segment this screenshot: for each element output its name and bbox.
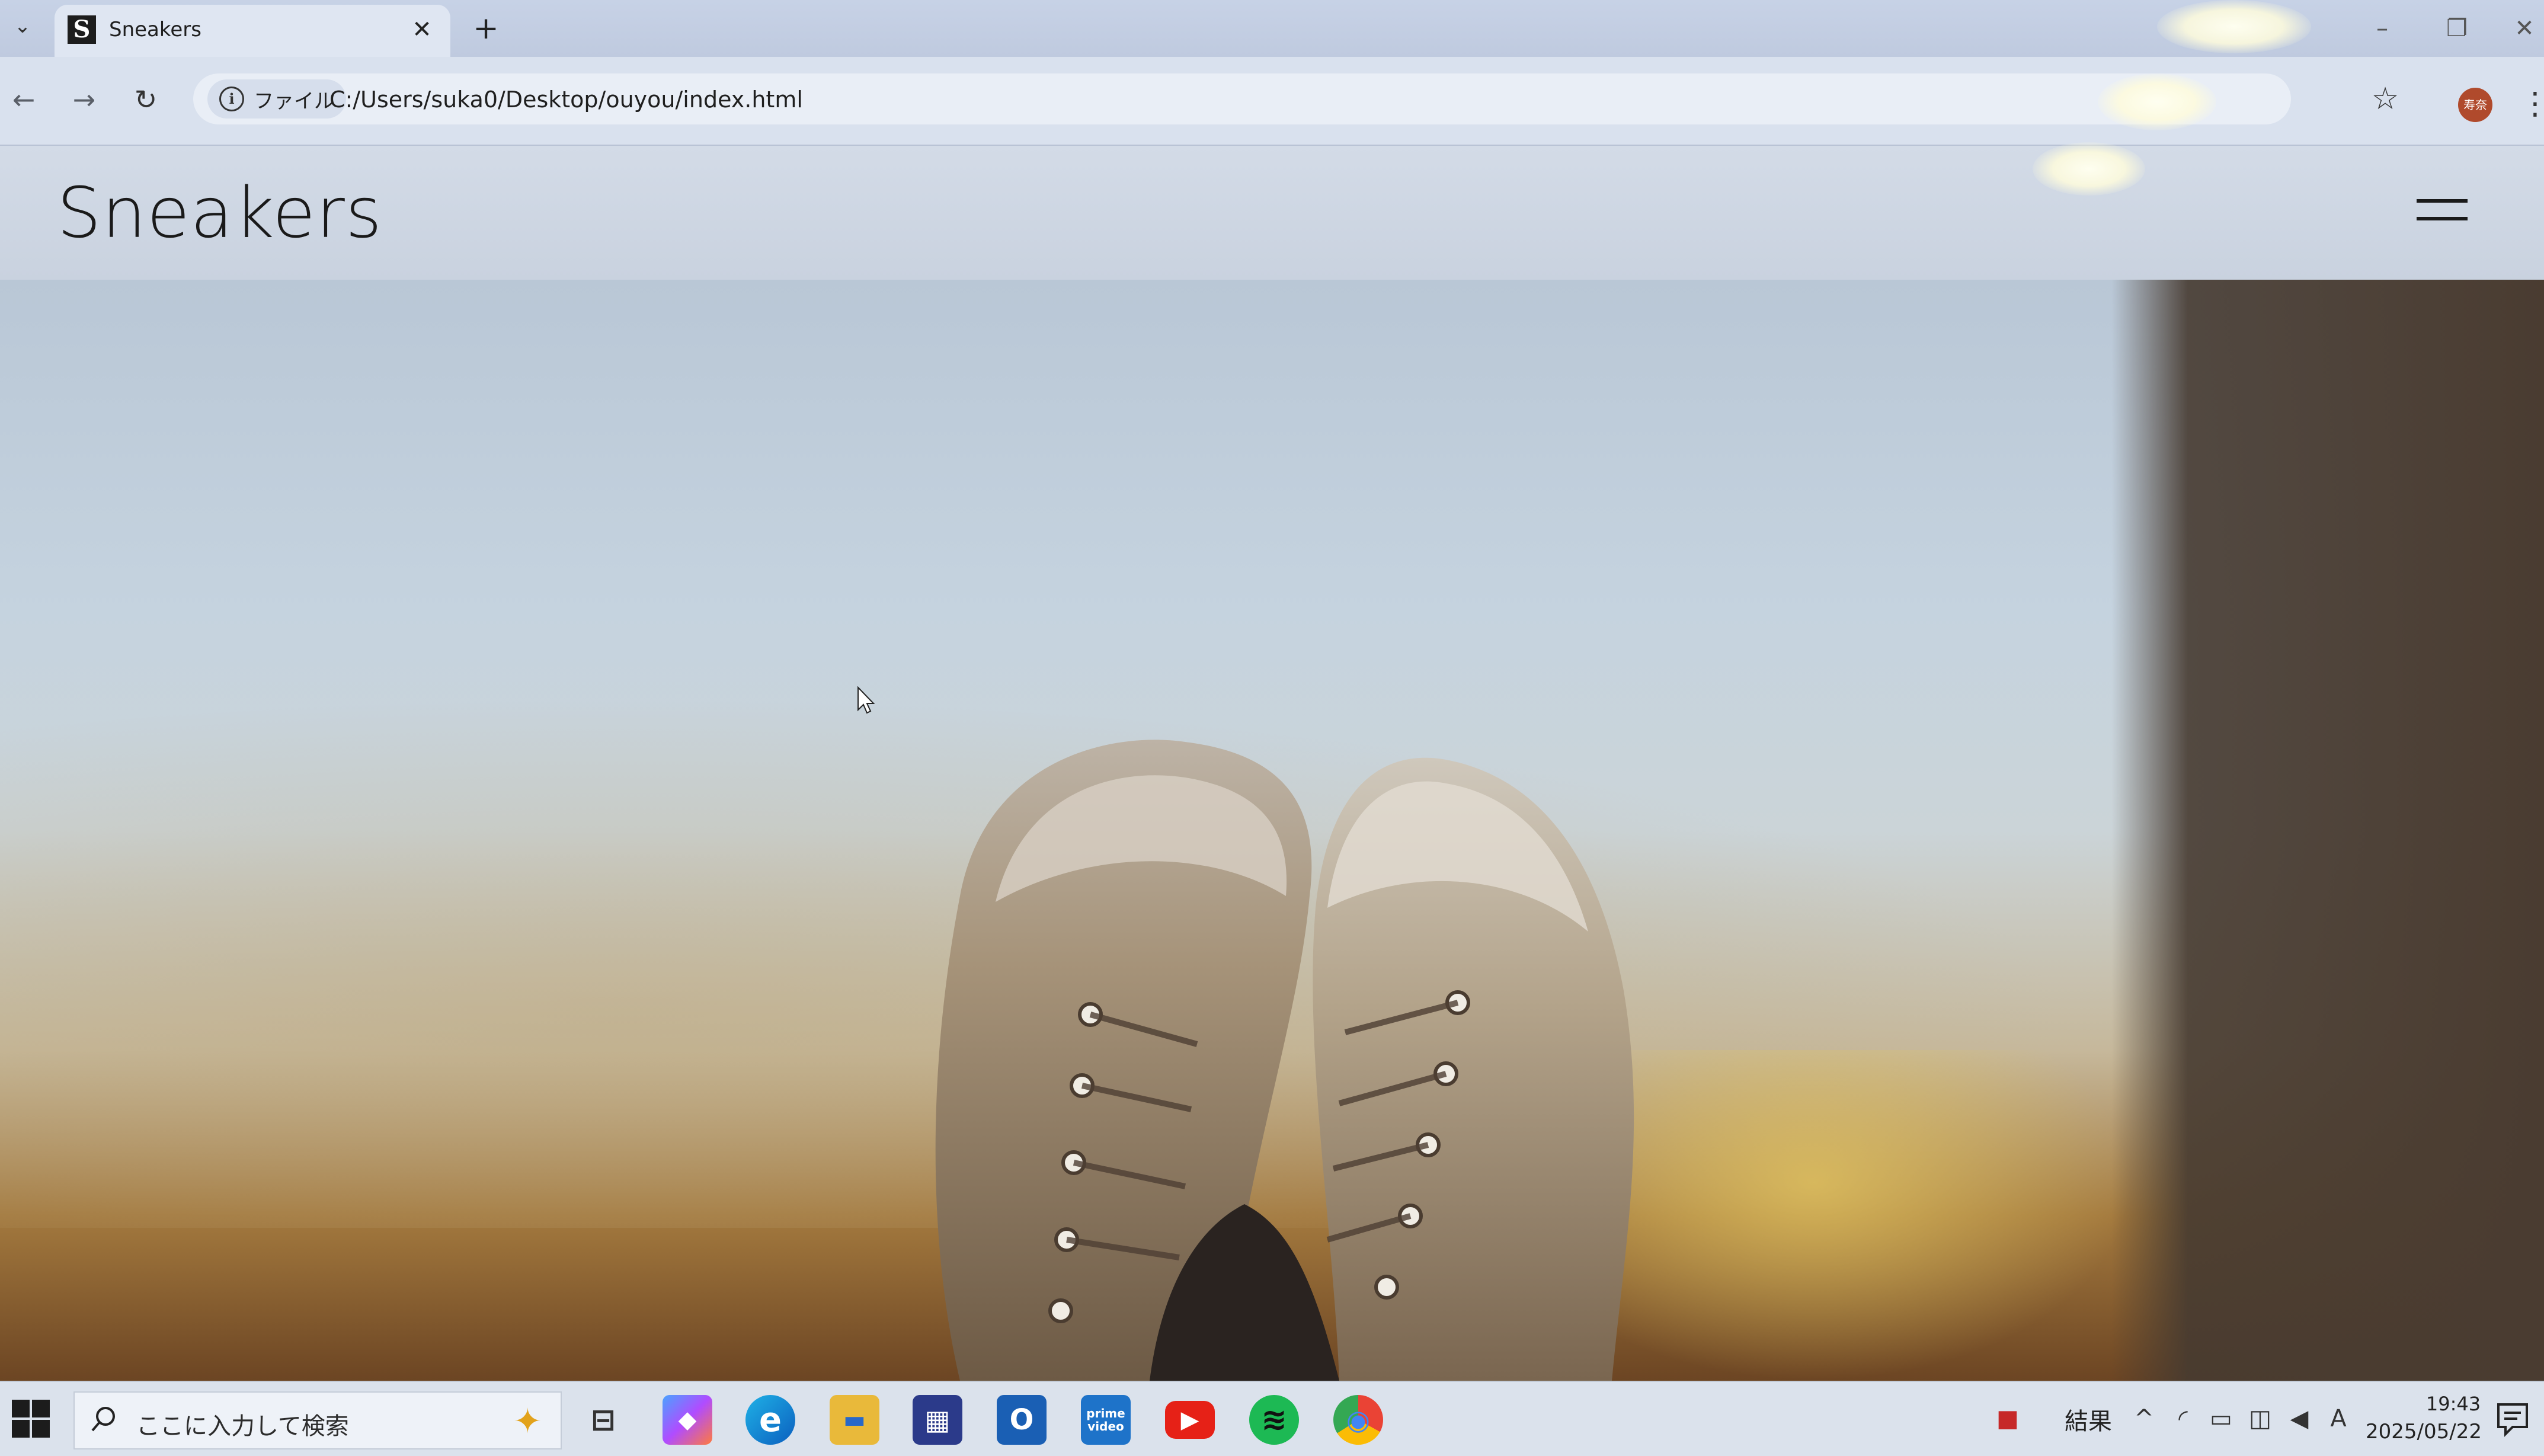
close-window-button[interactable]: ✕	[2507, 12, 2542, 45]
taskbar: ここに入力して検索 ✦ ⊟ ◆ e ▬ ▦ O prime video ▶ ≋ …	[0, 1381, 2544, 1456]
show-hidden-icons-icon[interactable]: ^	[2127, 1402, 2161, 1435]
forward-button[interactable]: →	[65, 81, 103, 119]
tab-search-icon[interactable]: ⌄	[5, 8, 40, 44]
back-button[interactable]: ←	[5, 81, 43, 119]
web-page: Sneakers	[0, 146, 2544, 1381]
copilot-app-button[interactable]: ◆	[663, 1395, 712, 1445]
screen-glare	[2033, 142, 2145, 196]
hamburger-line	[2417, 217, 2468, 220]
minimize-button[interactable]: –	[2359, 12, 2406, 45]
hamburger-menu-icon[interactable]	[2417, 194, 2468, 224]
windows-logo-icon	[12, 1400, 30, 1417]
address-bar[interactable]: i ファイル C:/Users/suka0/Desktop/ouyou/inde…	[193, 73, 2291, 124]
news-widget-label[interactable]: 結果	[2065, 1402, 2112, 1436]
clock-date[interactable]: 2025/05/22	[2364, 1420, 2483, 1444]
volume-icon[interactable]: ◀	[2283, 1402, 2316, 1435]
file-explorer-button[interactable]: ▬	[830, 1395, 879, 1445]
taskbar-search-box[interactable]: ここに入力して検索 ✦	[73, 1391, 562, 1449]
battery-icon[interactable]: ▭	[2204, 1402, 2238, 1435]
screen-glare	[2098, 73, 2216, 130]
info-icon: i	[219, 87, 244, 111]
edge-app-button[interactable]: e	[745, 1395, 795, 1445]
sneakers-illustration	[935, 740, 1634, 1381]
windows-logo-icon	[32, 1400, 50, 1417]
bookmark-star-icon[interactable]: ☆	[2364, 78, 2406, 120]
tab-title: Sneakers	[109, 18, 201, 41]
tab-close-icon[interactable]: ✕	[408, 15, 436, 44]
screen-glare	[2157, 0, 2311, 53]
screen: ⌄ S Sneakers ✕ + – ❐ ✕ ← → ↻ i ファイル C:/U…	[0, 0, 2544, 1456]
new-tab-button[interactable]: +	[468, 11, 504, 46]
profile-avatar[interactable]: 寿奈	[2458, 88, 2492, 122]
chrome-app-button[interactable]: ◉	[1333, 1395, 1383, 1445]
notification-icon[interactable]	[2495, 1400, 2530, 1439]
browser-menu-icon[interactable]: ⋮	[2520, 83, 2544, 124]
site-header: Sneakers	[0, 146, 2544, 280]
tab-sneakers[interactable]: S Sneakers ✕	[55, 5, 450, 57]
camera-icon[interactable]: ◫	[2244, 1402, 2277, 1435]
news-weather-icon[interactable]: ■	[1991, 1402, 2024, 1435]
maximize-button[interactable]: ❐	[2433, 12, 2481, 45]
site-info-chip[interactable]: i ファイル	[207, 79, 346, 119]
hero-image	[0, 280, 2544, 1381]
prime-video-button[interactable]: prime video	[1081, 1395, 1131, 1445]
tab-favicon-icon: S	[68, 15, 96, 44]
url-text[interactable]: C:/Users/suka0/Desktop/ouyou/index.html	[329, 87, 803, 113]
reload-button[interactable]: ↻	[127, 81, 165, 119]
sparkle-icon: ✦	[513, 1401, 542, 1441]
ime-indicator[interactable]: A	[2322, 1402, 2355, 1435]
wifi-icon[interactable]: ◜	[2167, 1402, 2200, 1435]
start-button[interactable]	[11, 1399, 52, 1440]
hamburger-line	[2417, 199, 2468, 203]
search-placeholder: ここに入力して検索	[136, 1413, 349, 1440]
windows-logo-icon	[32, 1420, 50, 1438]
mouse-cursor-icon	[857, 686, 875, 714]
site-chip-label: ファイル	[254, 89, 334, 113]
youtube-app-button[interactable]: ▶	[1165, 1401, 1215, 1439]
outlook-app-button[interactable]: O	[997, 1395, 1047, 1445]
windows-logo-icon	[12, 1420, 30, 1438]
task-view-button[interactable]: ⊟	[578, 1395, 628, 1445]
spotify-app-button[interactable]: ≋	[1249, 1395, 1299, 1445]
site-logo[interactable]: Sneakers	[57, 172, 382, 254]
microsoft-store-button[interactable]: ▦	[913, 1395, 962, 1445]
search-icon	[91, 1407, 115, 1432]
